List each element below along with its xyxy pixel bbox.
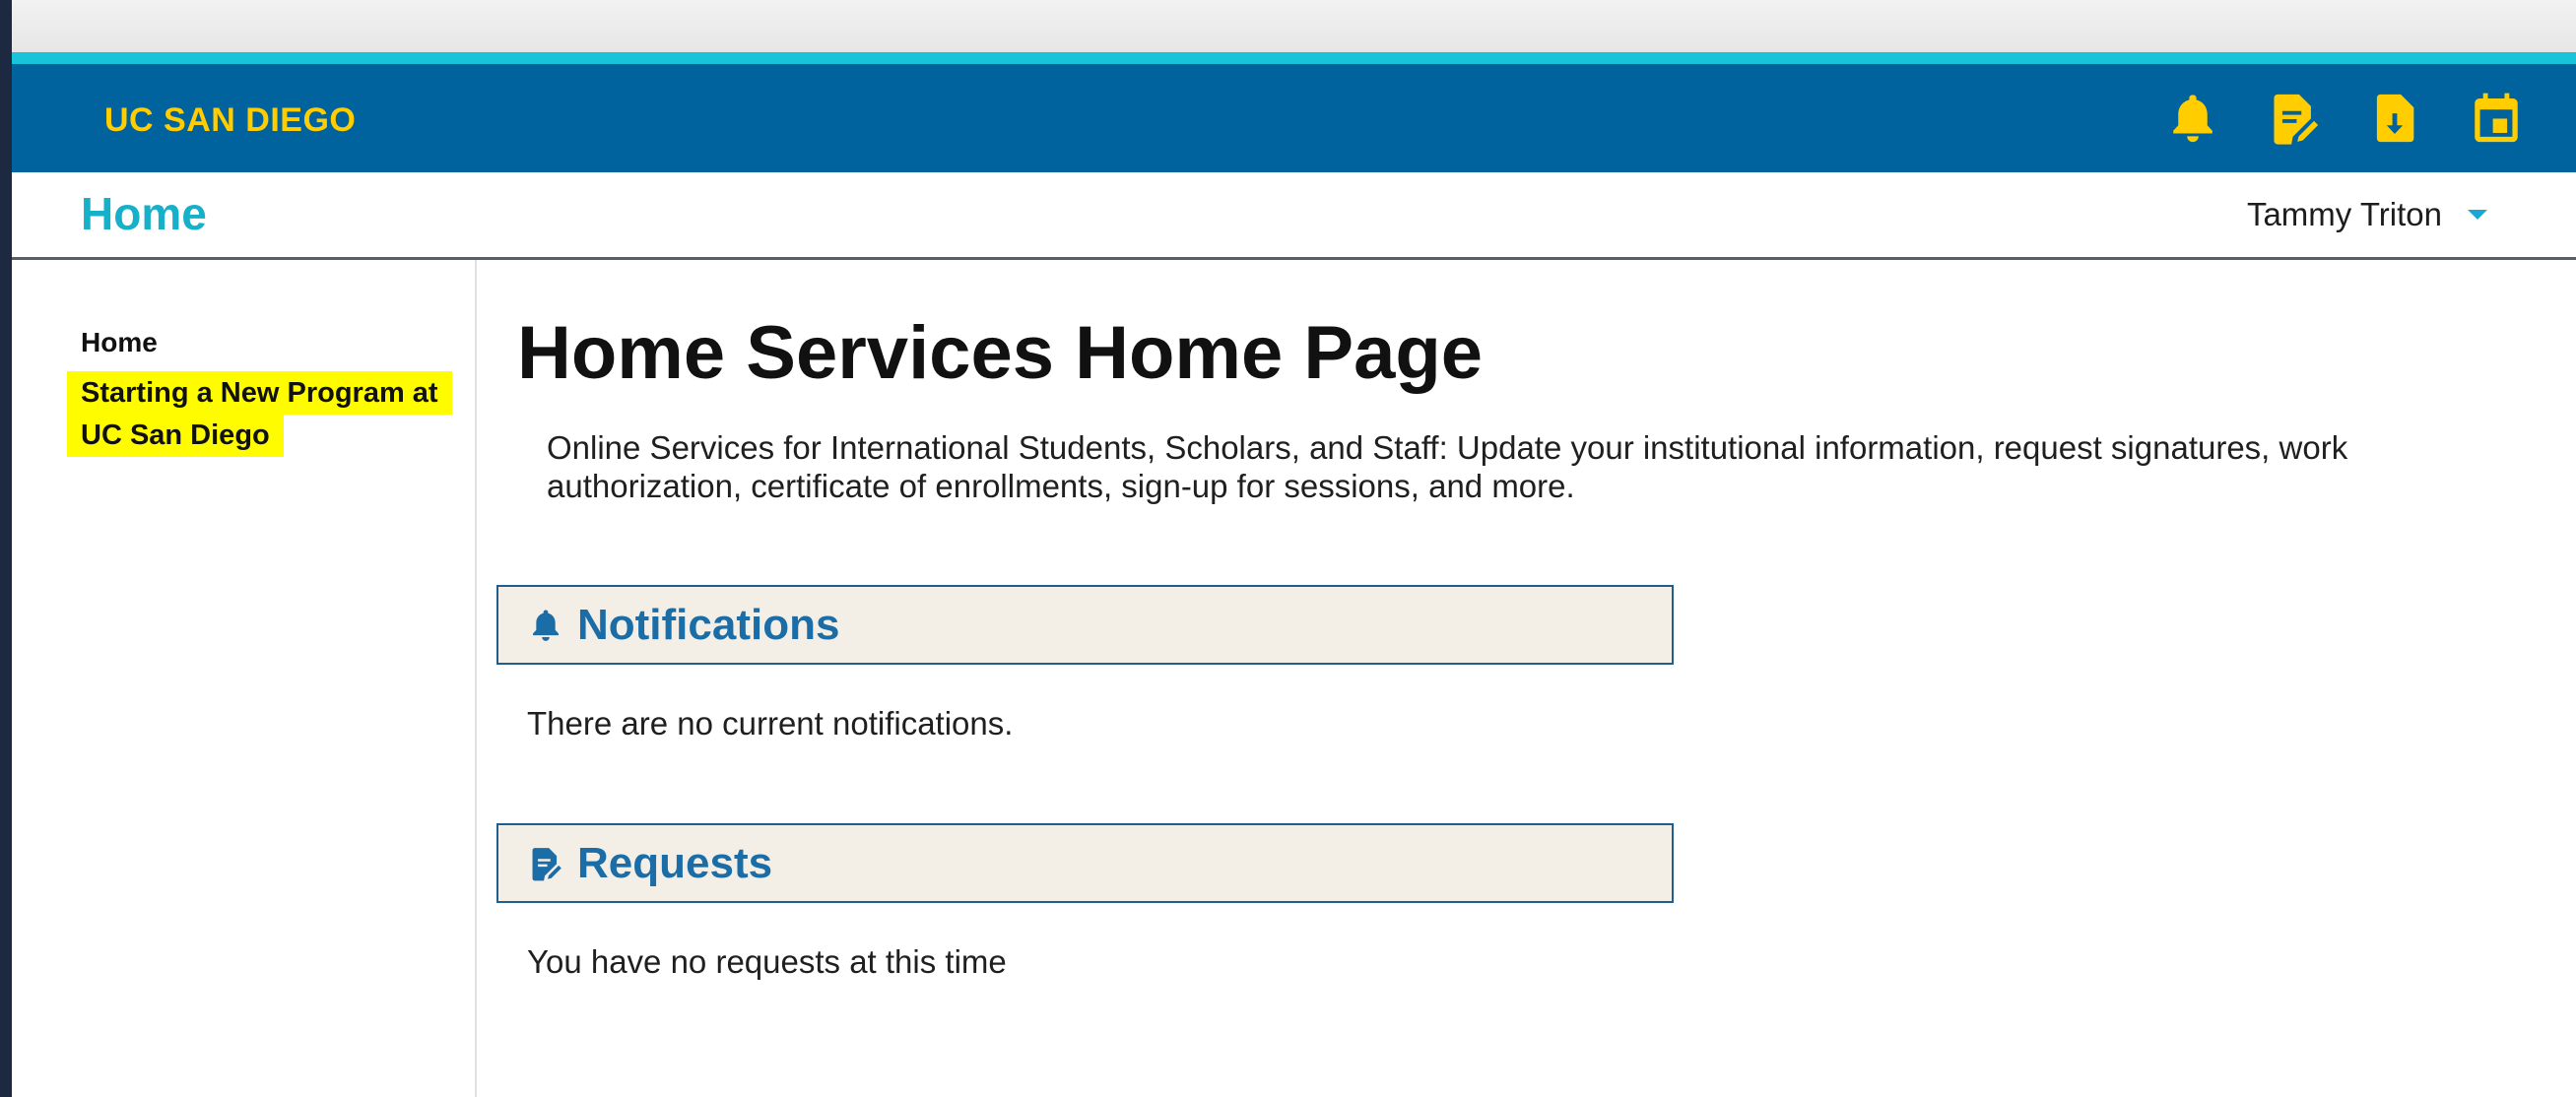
request-edit-icon bbox=[526, 844, 565, 883]
sidebar-item-starting-new-program[interactable]: Starting a New Program at UC San Diego bbox=[67, 371, 452, 457]
chevron-down-icon[interactable] bbox=[2468, 210, 2487, 220]
top-navigation-bar: UC SAN DIEGO bbox=[12, 64, 2576, 172]
bell-icon bbox=[526, 606, 565, 645]
requests-header: Requests bbox=[496, 823, 1674, 903]
sidebar-item-home[interactable]: Home bbox=[81, 327, 158, 358]
requests-title: Requests bbox=[577, 838, 773, 887]
notifications-empty-text: There are no current notifications. bbox=[527, 705, 1014, 742]
page-subheader: Home Tammy Triton bbox=[12, 172, 2576, 260]
browser-top-strip bbox=[12, 0, 2576, 52]
user-menu[interactable]: Tammy Triton bbox=[2247, 196, 2487, 233]
requests-empty-text: You have no requests at this time bbox=[527, 943, 1007, 980]
bell-icon[interactable] bbox=[2162, 88, 2223, 149]
brand-logo[interactable]: UC SAN DIEGO bbox=[104, 101, 356, 140]
document-download-icon[interactable] bbox=[2364, 88, 2425, 149]
sidebar-item-label[interactable]: Starting a New Program at UC San Diego bbox=[67, 371, 452, 457]
notifications-title: Notifications bbox=[577, 600, 840, 649]
calendar-icon[interactable] bbox=[2466, 88, 2527, 149]
intro-text: Online Services for International Studen… bbox=[547, 429, 2348, 504]
notifications-header: Notifications bbox=[496, 585, 1674, 665]
sidebar: Home Starting a New Program at UC San Di… bbox=[12, 260, 477, 1097]
request-edit-icon[interactable] bbox=[2264, 88, 2325, 149]
user-name[interactable]: Tammy Triton bbox=[2247, 196, 2442, 233]
page-frame: UC SAN DIEGO Home Tammy Triton Home Star… bbox=[12, 0, 2576, 1097]
accent-line bbox=[12, 52, 2576, 64]
main-heading: Home Services Home Page bbox=[517, 311, 1484, 395]
page-title: Home bbox=[81, 188, 207, 239]
